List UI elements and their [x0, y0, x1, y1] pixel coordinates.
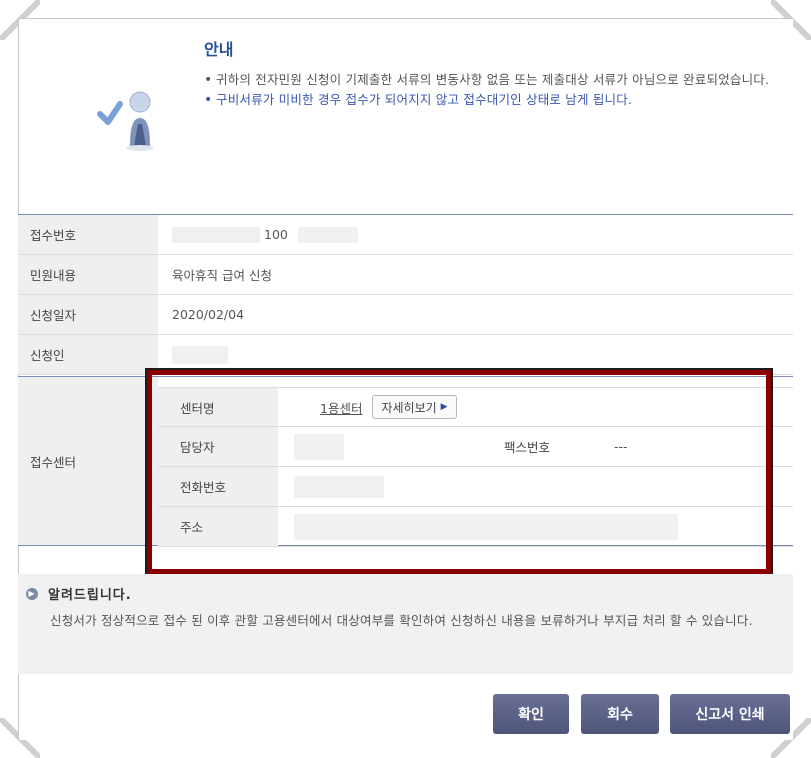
manager-row: 담당자 팩스번호 ---: [158, 427, 793, 467]
request-date-label: 신청일자: [18, 295, 158, 334]
redacted-block: [294, 513, 678, 540]
arrow-bullet-icon: ▶: [26, 587, 38, 600]
address-value: [278, 507, 793, 546]
guide-section: 안내 귀하의 전자민원 신청이 기제출한 서류의 변동사항 없음 또는 제출대상…: [18, 18, 793, 178]
receiving-center-label: 접수센터: [18, 377, 158, 545]
fax-number-value: ---: [614, 439, 628, 454]
confirm-button[interactable]: 확인: [493, 694, 569, 734]
request-date-value: 2020/02/04: [158, 295, 793, 334]
center-name-link[interactable]: 1용센터: [320, 398, 362, 417]
chevron-right-icon: ▶: [440, 402, 448, 412]
phone-label: 전화번호: [158, 467, 278, 506]
center-name-value: 1용센터 자세히보기 ▶: [278, 388, 793, 426]
table-row: 민원내용 육아휴직 급여 신청: [18, 255, 793, 295]
view-details-button[interactable]: 자세히보기 ▶: [372, 395, 457, 419]
redacted-block: [172, 345, 228, 364]
applicant-label: 신청인: [18, 335, 158, 374]
phone-value: [278, 467, 793, 506]
address-row: 주소: [158, 507, 793, 547]
notice-section: ▶ 알려드립니다. 신청서가 정상적으로 접수 된 이후 관할 고용센터에서 대…: [18, 574, 793, 674]
withdraw-button[interactable]: 회수: [581, 694, 659, 734]
print-report-button[interactable]: 신고서 인쇄: [670, 694, 790, 734]
center-name-label: 센터명: [158, 388, 278, 426]
manager-label: 담당자: [158, 427, 278, 466]
manager-value: [278, 427, 478, 466]
notice-text: 신청서가 정상적으로 접수 된 이후 관할 고용센터에서 대상여부를 확인하여 …: [50, 613, 753, 628]
request-content-label: 민원내용: [18, 255, 158, 294]
guide-list: 귀하의 전자민원 신청이 기제출한 서류의 변동사항 없음 또는 제출대상 서류…: [202, 70, 792, 110]
receiving-center-details: 센터명 1용센터 자세히보기 ▶ 담당자 팩스번호 --- 전화번호 주소: [158, 377, 793, 547]
table-row: 신청인: [18, 335, 793, 375]
address-label: 주소: [158, 507, 278, 546]
guide-bullet-completed: 귀하의 전자민원 신청이 기제출한 서류의 변동사항 없음 또는 제출대상 서류…: [202, 70, 792, 90]
phone-row: 전화번호: [158, 467, 793, 507]
view-details-label: 자세히보기: [381, 400, 437, 415]
table-row: 접수번호 100: [18, 215, 793, 255]
guide-bullet-missing-documents: 구비서류가 미비한 경우 접수가 되어지지 않고 접수대기인 상태로 남게 됩니…: [202, 90, 792, 110]
redacted-block: [297, 226, 358, 243]
receipt-number-label: 접수번호: [18, 215, 158, 254]
center-name-row: 센터명 1용센터 자세히보기 ▶: [158, 387, 793, 427]
redacted-block: [172, 226, 260, 243]
fax-number-label: 팩스번호: [478, 427, 598, 466]
checkmark-person-icon: [86, 78, 170, 158]
table-row: 신청일자 2020/02/04: [18, 295, 793, 335]
notice-title: ▶ 알려드립니다.: [26, 584, 132, 603]
request-content-value: 육아휴직 급여 신청: [158, 255, 793, 294]
redacted-block: [294, 433, 344, 460]
receipt-number-text: 100: [264, 227, 288, 242]
notice-title-text: 알려드립니다.: [48, 588, 132, 603]
receiving-center-section: 접수센터 센터명 1용센터 자세히보기 ▶ 담당자 팩스번호 --- 전화번호: [18, 376, 793, 547]
application-info-table: 접수번호 100 민원내용 육아휴직 급여 신청 신청일자 2020/02/04…: [18, 214, 793, 375]
redacted-block: [294, 475, 384, 498]
guide-title: 안내: [204, 40, 234, 59]
applicant-value: [158, 335, 793, 374]
receipt-number-value: 100: [158, 215, 793, 254]
